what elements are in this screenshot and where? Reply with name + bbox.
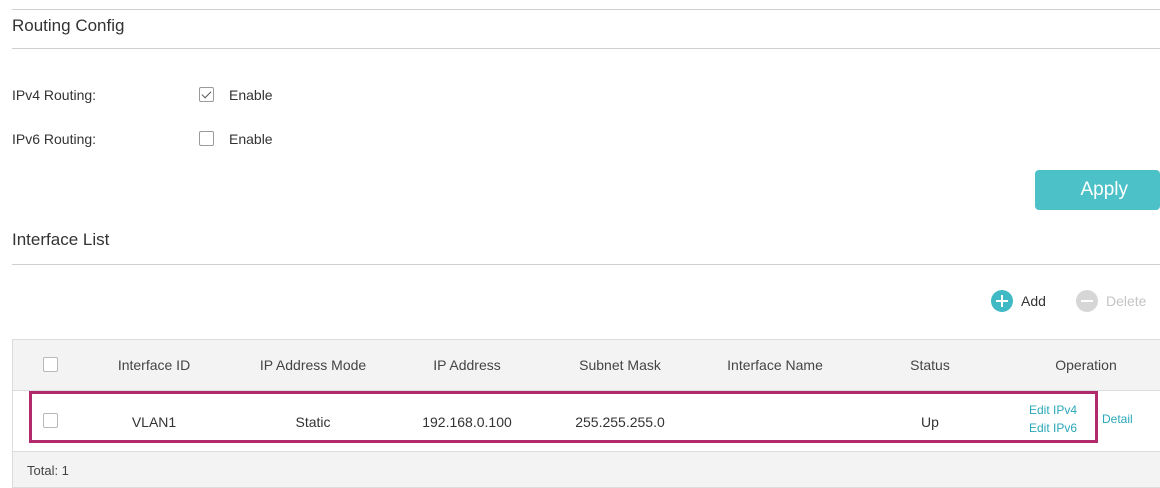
select-all-checkbox[interactable] [43, 357, 58, 372]
apply-button[interactable]: Apply [1035, 170, 1160, 210]
add-button[interactable]: Add [991, 290, 1046, 312]
col-ip-address: IP Address [433, 357, 501, 373]
col-subnet-mask: Subnet Mask [579, 357, 661, 373]
row-checkbox[interactable] [43, 413, 58, 428]
cell-subnet-mask: 255.255.255.0 [575, 414, 665, 430]
interface-list-title: Interface List [12, 230, 110, 249]
interface-table: Interface ID IP Address Mode IP Address … [12, 339, 1160, 488]
cell-ip-address: 192.168.0.100 [422, 414, 512, 430]
total-count: Total: 1 [27, 463, 69, 478]
interface-list-divider [12, 264, 1160, 265]
col-operation: Operation [1055, 357, 1117, 373]
routing-config-title: Routing Config [12, 16, 125, 35]
col-interface-id: Interface ID [117, 357, 191, 373]
minus-circle-icon [1076, 290, 1098, 312]
col-ip-address-mode: IP Address Mode [259, 357, 367, 373]
cell-ip-address-mode: Static [295, 414, 331, 430]
delete-label: Delete [1106, 293, 1147, 309]
col-interface-name: Interface Name [727, 357, 823, 373]
ipv6-enable-label[interactable]: Enable [229, 131, 273, 147]
ipv6-routing-checkbox[interactable] [199, 131, 214, 146]
routing-config-divider [12, 48, 1160, 49]
cell-interface-id: VLAN1 [131, 414, 177, 430]
cell-status: Up [921, 414, 939, 430]
add-label: Add [1021, 293, 1046, 309]
edit-ipv4-link[interactable]: Edit IPv4 [1029, 403, 1077, 417]
table-footer: Total: 1 [13, 451, 1160, 487]
col-status: Status [910, 357, 950, 373]
ipv4-enable-label[interactable]: Enable [229, 87, 273, 103]
edit-ipv6-link[interactable]: Edit IPv6 [1029, 421, 1077, 435]
top-divider [12, 9, 1160, 10]
ipv4-routing-checkbox[interactable] [199, 87, 214, 102]
delete-button[interactable]: Delete [1076, 290, 1146, 312]
table-row: VLAN1 Static 192.168.0.100 255.255.255.0… [13, 391, 1160, 451]
detail-link[interactable]: Detail [1102, 412, 1133, 426]
plus-circle-icon [991, 290, 1013, 312]
ipv6-routing-label: IPv6 Routing: [12, 131, 97, 147]
ipv4-routing-label: IPv4 Routing: [12, 87, 97, 103]
table-header: Interface ID IP Address Mode IP Address … [13, 340, 1160, 391]
